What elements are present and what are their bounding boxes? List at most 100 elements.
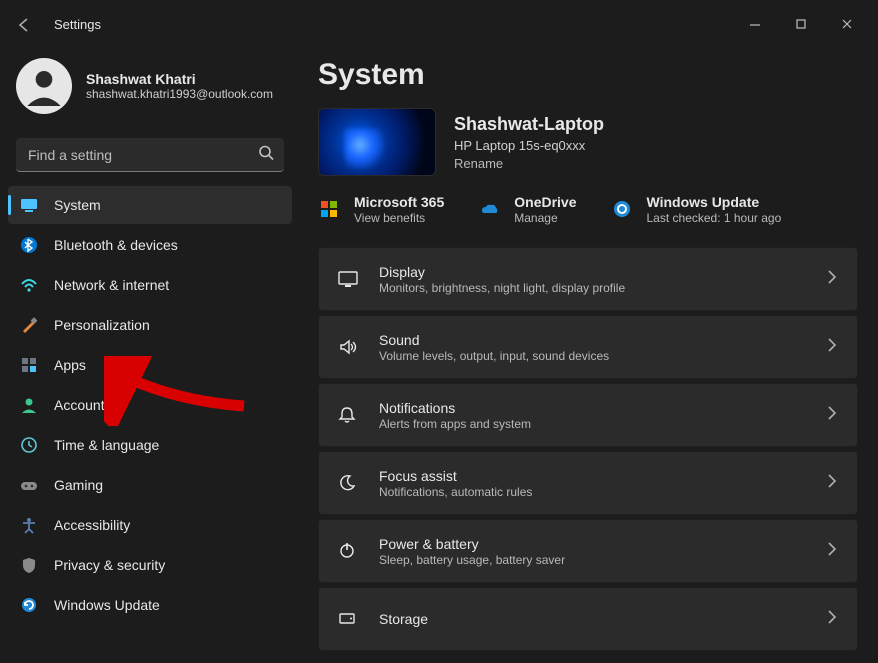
maximize-icon: [792, 15, 810, 33]
sidebar-item-system[interactable]: System: [8, 186, 292, 224]
service-title: Windows Update: [647, 194, 782, 210]
search-box[interactable]: [16, 138, 284, 172]
onedrive-icon: [478, 198, 502, 222]
sidebar-item-gaming[interactable]: Gaming: [8, 466, 292, 504]
device-name: Shashwat-Laptop: [454, 114, 604, 135]
service-onedrive[interactable]: OneDriveManage: [478, 194, 576, 225]
search-icon: [258, 144, 274, 165]
device-wallpaper-thumb[interactable]: [318, 108, 436, 176]
setting-card-display[interactable]: DisplayMonitors, brightness, night light…: [318, 247, 858, 311]
service-microsoft-[interactable]: Microsoft 365View benefits: [318, 194, 444, 225]
clock-icon: [20, 436, 38, 454]
chevron-right-icon: [823, 403, 839, 428]
sidebar-item-privacy-security[interactable]: Privacy & security: [8, 546, 292, 584]
system-icon: [20, 196, 38, 214]
gaming-icon: [20, 476, 38, 494]
sidebar-item-accounts[interactable]: Accounts: [8, 386, 292, 424]
ms365-icon: [318, 198, 342, 222]
sidebar-item-label: System: [54, 197, 101, 213]
sidebar-item-bluetooth-devices[interactable]: Bluetooth & devices: [8, 226, 292, 264]
search-input[interactable]: [28, 147, 250, 163]
bell-icon: [337, 405, 359, 425]
minimize-button[interactable]: [732, 8, 778, 40]
sidebar-item-apps[interactable]: Apps: [8, 346, 292, 384]
sidebar-item-label: Apps: [54, 357, 86, 373]
close-icon: [838, 15, 856, 33]
apps-icon: [20, 356, 38, 374]
card-subtitle: Sleep, battery usage, battery saver: [379, 553, 803, 567]
update-icon: [20, 596, 38, 614]
display-icon: [337, 269, 359, 289]
service-title: OneDrive: [514, 194, 576, 210]
back-button[interactable]: [8, 8, 40, 40]
card-title: Focus assist: [379, 468, 803, 484]
avatar: [16, 58, 72, 114]
account-header[interactable]: Shashwat Khatri shashwat.khatri1993@outl…: [8, 52, 292, 122]
chevron-right-icon: [823, 471, 839, 496]
device-header: Shashwat-Laptop HP Laptop 15s-eq0xxx Ren…: [318, 108, 858, 176]
person-icon: [20, 396, 38, 414]
sidebar-item-time-language[interactable]: Time & language: [8, 426, 292, 464]
service-subtitle[interactable]: Last checked: 1 hour ago: [647, 211, 782, 225]
chevron-right-icon: [823, 539, 839, 564]
card-title: Display: [379, 264, 803, 280]
card-subtitle: Alerts from apps and system: [379, 417, 803, 431]
sidebar-item-label: Time & language: [54, 437, 159, 453]
sidebar-item-windows-update[interactable]: Windows Update: [8, 586, 292, 624]
sidebar: Shashwat Khatri shashwat.khatri1993@outl…: [0, 48, 300, 663]
service-subtitle[interactable]: Manage: [514, 211, 576, 225]
service-subtitle[interactable]: View benefits: [354, 211, 444, 225]
sidebar-item-label: Bluetooth & devices: [54, 237, 178, 253]
brush-icon: [20, 316, 38, 334]
maximize-button[interactable]: [778, 8, 824, 40]
setting-card-focus-assist[interactable]: Focus assistNotifications, automatic rul…: [318, 451, 858, 515]
service-title: Microsoft 365: [354, 194, 444, 210]
shield-icon: [20, 556, 38, 574]
nav-list: System Bluetooth & devices Network & inter…: [8, 186, 292, 624]
settings-list: DisplayMonitors, brightness, night light…: [318, 247, 858, 651]
card-subtitle: Volume levels, output, input, sound devi…: [379, 349, 803, 363]
sidebar-item-label: Network & internet: [54, 277, 169, 293]
bluetooth-icon: [20, 236, 38, 254]
window-controls: [732, 8, 870, 40]
main-content: System Shashwat-Laptop HP Laptop 15s-eq0…: [300, 48, 878, 663]
back-icon: [15, 15, 33, 33]
wupdate-icon: [611, 198, 635, 222]
power-icon: [337, 541, 359, 561]
setting-card-notifications[interactable]: NotificationsAlerts from apps and system: [318, 383, 858, 447]
minimize-icon: [746, 15, 764, 33]
setting-card-power-battery[interactable]: Power & batterySleep, battery usage, bat…: [318, 519, 858, 583]
sidebar-item-label: Gaming: [54, 477, 103, 493]
sidebar-item-personalization[interactable]: Personalization: [8, 306, 292, 344]
device-rename-link[interactable]: Rename: [454, 156, 604, 171]
chevron-right-icon: [823, 335, 839, 360]
service-windows-update[interactable]: Windows UpdateLast checked: 1 hour ago: [611, 194, 782, 225]
card-subtitle: Monitors, brightness, night light, displ…: [379, 281, 803, 295]
card-title: Power & battery: [379, 536, 803, 552]
setting-card-storage[interactable]: Storage: [318, 587, 858, 651]
card-title: Storage: [379, 611, 803, 627]
storage-icon: [337, 609, 359, 629]
services-strip: Microsoft 365View benefits OneDriveManage…: [318, 194, 858, 225]
accessibility-icon: [20, 516, 38, 534]
sidebar-item-accessibility[interactable]: Accessibility: [8, 506, 292, 544]
moon-icon: [337, 473, 359, 493]
chevron-right-icon: [823, 267, 839, 292]
sidebar-item-label: Accessibility: [54, 517, 130, 533]
sidebar-item-label: Accounts: [54, 397, 112, 413]
device-model: HP Laptop 15s-eq0xxx: [454, 138, 604, 153]
setting-card-sound[interactable]: SoundVolume levels, output, input, sound…: [318, 315, 858, 379]
sidebar-item-network-internet[interactable]: Network & internet: [8, 266, 292, 304]
close-button[interactable]: [824, 8, 870, 40]
account-name: Shashwat Khatri: [86, 71, 273, 87]
card-title: Notifications: [379, 400, 803, 416]
sidebar-item-label: Privacy & security: [54, 557, 165, 573]
sound-icon: [337, 337, 359, 357]
page-title: System: [318, 58, 858, 92]
card-subtitle: Notifications, automatic rules: [379, 485, 803, 499]
window-title: Settings: [54, 17, 101, 32]
sidebar-item-label: Windows Update: [54, 597, 160, 613]
account-email: shashwat.khatri1993@outlook.com: [86, 87, 273, 101]
wifi-icon: [20, 276, 38, 294]
chevron-right-icon: [823, 607, 839, 632]
